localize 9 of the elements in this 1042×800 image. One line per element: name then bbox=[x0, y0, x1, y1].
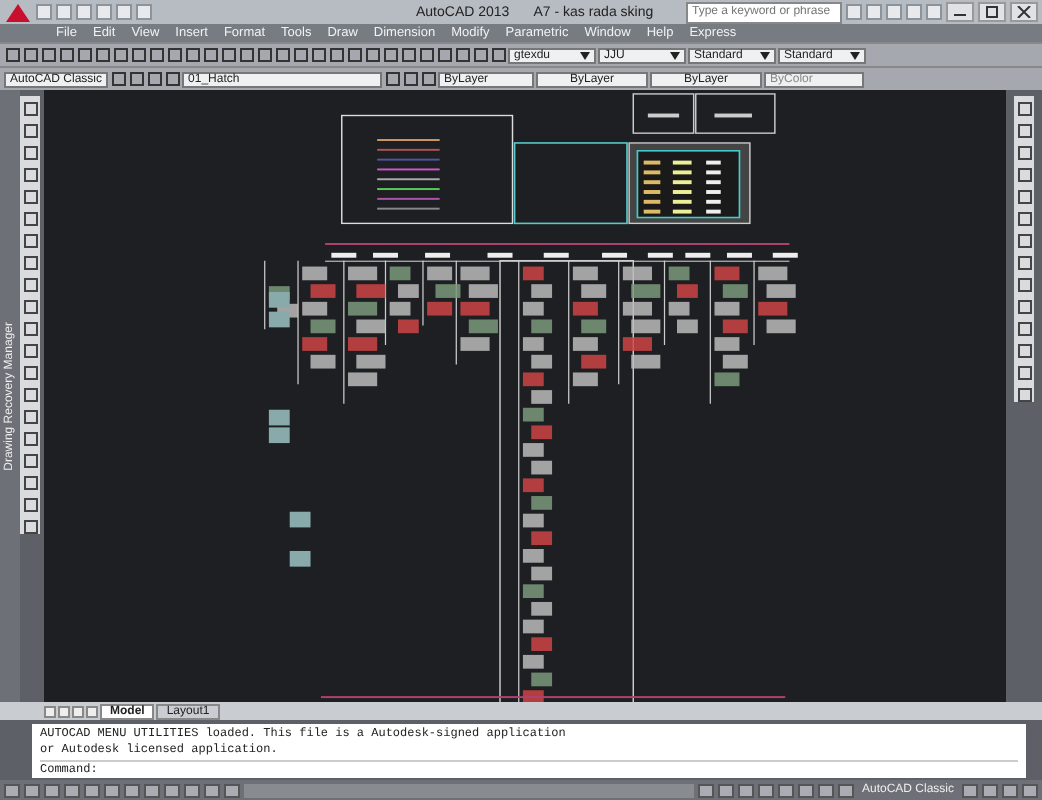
maximize-button[interactable] bbox=[978, 2, 1006, 22]
close-icon bbox=[1016, 6, 1032, 18]
close-button[interactable] bbox=[1010, 2, 1038, 22]
caret-icon bbox=[760, 51, 770, 59]
caret-icon bbox=[670, 51, 680, 59]
maximize-icon bbox=[984, 6, 1000, 18]
caret-icon bbox=[580, 51, 590, 59]
caret-icon bbox=[850, 51, 860, 59]
minimize-button[interactable] bbox=[946, 2, 974, 22]
